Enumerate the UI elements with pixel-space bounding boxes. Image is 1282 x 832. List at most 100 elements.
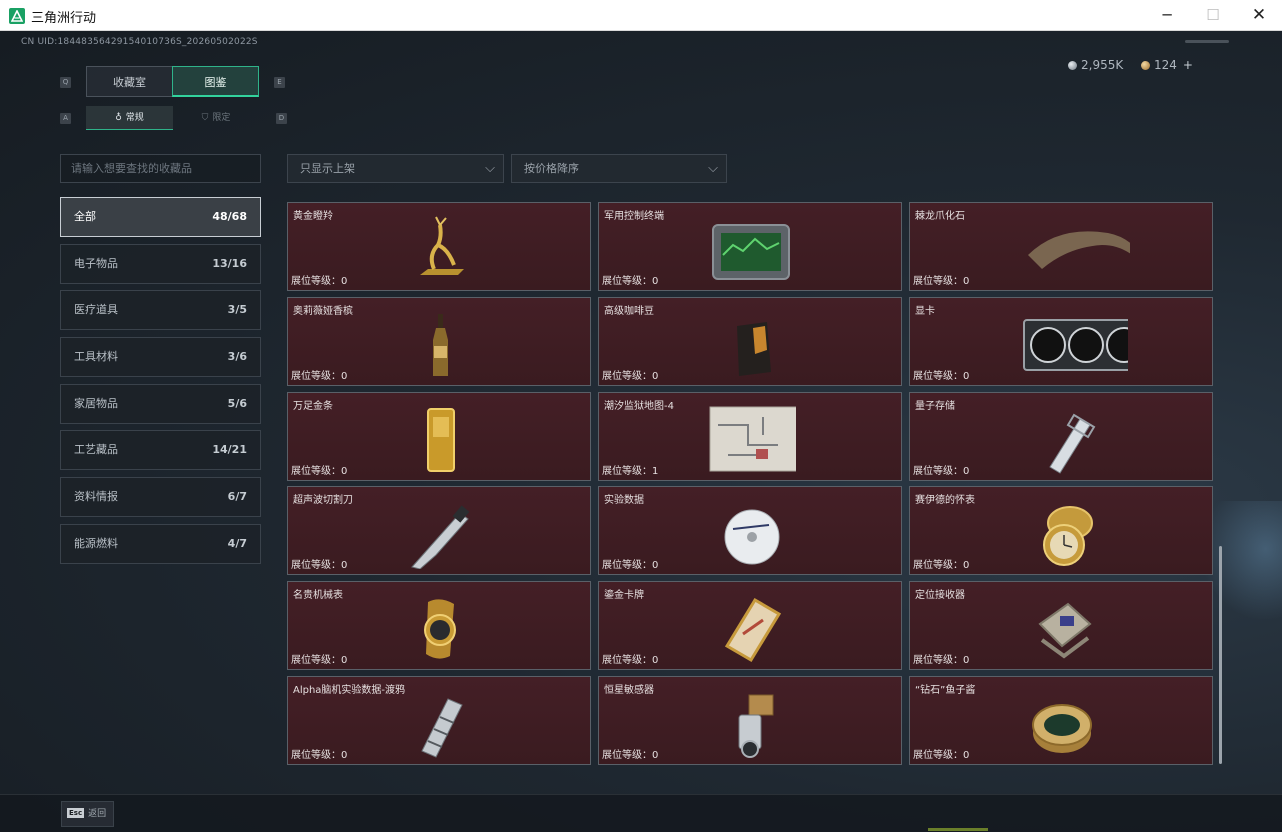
item-level: 展位等级：0 — [291, 750, 348, 761]
wrist-watch-icon — [424, 599, 456, 659]
category-energy[interactable]: 能源燃料 4/7 — [60, 524, 261, 564]
gold-coin-icon — [1141, 61, 1150, 70]
item-card[interactable]: 黄金瞪羚 展位等级：0 — [287, 202, 591, 291]
star-sensor-icon — [738, 694, 774, 758]
item-card[interactable]: 潮汐监狱地图-4 展位等级：1 — [598, 392, 902, 481]
category-count: 4/7 — [227, 537, 247, 550]
item-level: 展位等级：0 — [602, 750, 659, 761]
header-indicator — [1185, 40, 1229, 43]
window-title: 三角洲行动 — [31, 11, 97, 26]
item-card[interactable]: 实验数据 展位等级：0 — [598, 486, 902, 575]
category-medical[interactable]: 医疗道具 3/5 — [60, 290, 261, 330]
item-card[interactable]: “钻石”鱼子酱 展位等级：0 — [909, 676, 1213, 765]
item-level: 展位等级：0 — [913, 750, 970, 761]
category-electronics[interactable]: 电子物品 13/16 — [60, 244, 261, 284]
item-name: Alpha脑机实验数据-渡鸦 — [293, 685, 406, 696]
item-card[interactable]: 显卡 展位等级：0 — [909, 297, 1213, 386]
silver-coin-icon — [1068, 61, 1077, 70]
item-name: 恒星敏感器 — [604, 685, 654, 696]
category-label: 电子物品 — [74, 257, 118, 270]
category-tools[interactable]: 工具材料 3/6 — [60, 337, 261, 377]
gilded-card-icon — [724, 597, 782, 663]
item-level: 展位等级：0 — [913, 560, 970, 571]
item-level: 展位等级：1 — [602, 466, 659, 477]
data-disc-icon — [724, 509, 780, 565]
item-card[interactable]: 棘龙爪化石 展位等级：0 — [909, 202, 1213, 291]
item-name: 量子存储 — [915, 401, 955, 412]
search-input[interactable]: 请输入想要查找的收藏品 — [60, 154, 261, 183]
item-card[interactable]: 定位接收器 展位等级：0 — [909, 581, 1213, 670]
item-level: 展位等级：0 — [291, 276, 348, 287]
coffee-bag-icon — [737, 322, 771, 376]
close-button[interactable]: ✕ — [1236, 0, 1282, 31]
item-name: “钻石”鱼子酱 — [915, 685, 976, 696]
sort-dropdown[interactable]: 按价格降序 ⌵ — [511, 154, 727, 183]
quantum-storage-icon — [1049, 413, 1096, 474]
key-hint-a: A — [60, 113, 71, 124]
chevron-down-icon: ⌵ — [485, 161, 495, 176]
alpha-data-canister-icon — [421, 698, 463, 758]
category-count: 14/21 — [212, 443, 247, 456]
item-name: 高级咖啡豆 — [604, 306, 654, 317]
category-count: 3/6 — [227, 350, 247, 363]
category-label: 医疗道具 — [74, 303, 118, 316]
bottom-bar: Esc 返回 — [0, 794, 1282, 832]
item-level: 展位等级：0 — [602, 276, 659, 287]
item-card[interactable]: 量子存储 展位等级：0 — [909, 392, 1213, 481]
item-card[interactable]: 鎏金卡牌 展位等级：0 — [598, 581, 902, 670]
graphics-card-icon — [1023, 319, 1128, 371]
item-card[interactable]: 奥莉薇娅香槟 展位等级：0 — [287, 297, 591, 386]
item-card[interactable]: 名贵机械表 展位等级：0 — [287, 581, 591, 670]
silver-amount: 2,955K — [1081, 58, 1124, 72]
esc-key-hint: Esc — [67, 808, 85, 818]
item-card[interactable]: 赛伊德的怀表 展位等级：0 — [909, 486, 1213, 575]
category-intel[interactable]: 资料情报 6/7 — [60, 477, 261, 517]
back-button[interactable]: Esc 返回 — [61, 801, 114, 827]
category-label: 全部 — [74, 210, 96, 223]
item-name: 名贵机械表 — [293, 590, 343, 601]
claw-fossil-icon — [1028, 231, 1130, 269]
category-crafts[interactable]: 工艺藏品 14/21 — [60, 430, 261, 470]
item-name: 奥莉薇娅香槟 — [293, 306, 353, 317]
item-name: 棘龙爪化石 — [915, 211, 965, 222]
item-card[interactable]: 万足金条 展位等级：0 — [287, 392, 591, 481]
item-card[interactable]: 恒星敏感器 展位等级：0 — [598, 676, 902, 765]
item-level: 展位等级：0 — [602, 371, 659, 382]
add-currency-button[interactable]: + — [1183, 58, 1193, 72]
category-label: 资料情报 — [74, 490, 118, 503]
regular-icon: ♁ — [115, 113, 122, 123]
item-name: 实验数据 — [604, 495, 644, 506]
item-name: 超声波切割刀 — [293, 495, 353, 506]
category-count: 48/68 — [212, 210, 247, 223]
tab-collection-room[interactable]: 收藏室 — [86, 66, 173, 97]
silver-currency: 2,955K — [1068, 58, 1123, 72]
item-card[interactable]: 高级咖啡豆 展位等级：0 — [598, 297, 902, 386]
caviar-tin-icon — [1032, 704, 1092, 753]
item-card[interactable]: 军用控制终端 展位等级：0 — [598, 202, 902, 291]
item-level: 展位等级：0 — [913, 466, 970, 477]
item-card[interactable]: Alpha脑机实验数据-渡鸦 展位等级：0 — [287, 676, 591, 765]
category-all[interactable]: 全部 48/68 — [60, 197, 261, 237]
item-name: 黄金瞪羚 — [293, 211, 333, 222]
map-icon — [709, 406, 796, 472]
maximize-button[interactable]: ☐ — [1190, 0, 1236, 31]
gold-currency: 124 + — [1141, 58, 1193, 72]
subtab-limited[interactable]: ⛉ 限定 — [173, 106, 259, 130]
grid-scrollbar[interactable] — [1219, 546, 1222, 764]
subtab-regular[interactable]: ♁ 常规 — [86, 106, 173, 130]
chevron-down-icon: ⌵ — [708, 161, 718, 176]
category-household[interactable]: 家居物品 5/6 — [60, 384, 261, 424]
item-name: 赛伊德的怀表 — [915, 495, 975, 506]
item-name: 显卡 — [915, 306, 935, 317]
minimize-button[interactable]: ─ — [1144, 0, 1190, 31]
category-count: 5/6 — [227, 397, 247, 410]
category-count: 6/7 — [227, 490, 247, 503]
gold-gazelle-icon — [420, 216, 464, 275]
tab-atlas[interactable]: 图鉴 — [172, 66, 259, 97]
player-uid: CN UID:18448356429154010736S_20260502022… — [21, 37, 258, 47]
subtab-regular-label: 常规 — [125, 113, 144, 123]
item-name: 鎏金卡牌 — [604, 590, 644, 601]
item-name: 军用控制终端 — [604, 211, 664, 222]
item-card[interactable]: 超声波切割刀 展位等级：0 — [287, 486, 591, 575]
shelf-filter-dropdown[interactable]: 只显示上架 ⌵ — [287, 154, 504, 183]
